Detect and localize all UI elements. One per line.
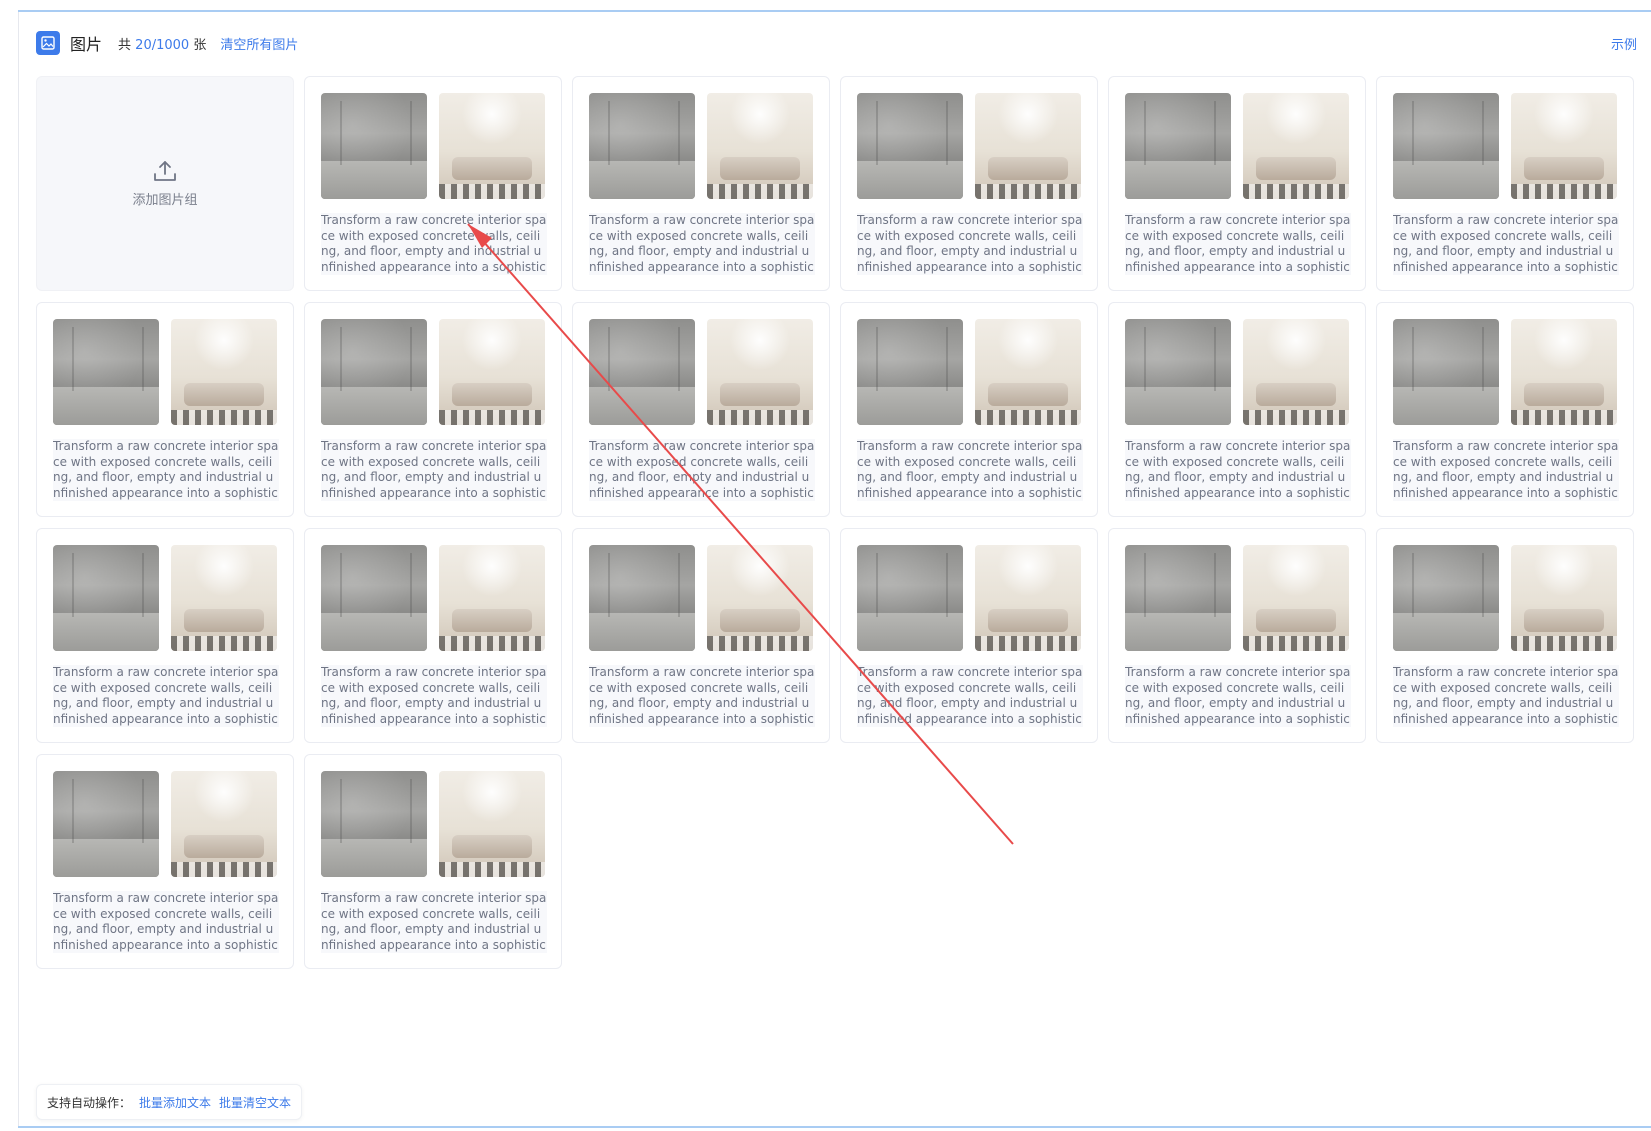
image-card[interactable]: Transform a raw concrete interior space … — [572, 76, 830, 291]
source-thumbnail[interactable] — [1125, 545, 1231, 651]
auto-actions-label: 支持自动操作： — [47, 1095, 132, 1110]
source-thumbnail[interactable] — [1393, 545, 1499, 651]
source-thumbnail[interactable] — [1393, 319, 1499, 425]
count-value: 20/1000 — [135, 37, 190, 53]
image-count: 共 20/1000 张 — [118, 34, 206, 53]
prompt-text[interactable]: Transform a raw concrete interior space … — [53, 439, 279, 501]
prompt-text[interactable]: Transform a raw concrete interior space … — [53, 665, 279, 727]
image-card[interactable]: Transform a raw concrete interior space … — [304, 76, 562, 291]
example-link[interactable]: 示例 — [1611, 34, 1637, 53]
app-frame: 图片 共 20/1000 张 清空所有图片 示例 添加图片组 Transform… — [0, 0, 1651, 1131]
result-thumbnail[interactable] — [975, 545, 1081, 651]
prompt-text[interactable]: Transform a raw concrete interior space … — [589, 439, 815, 501]
source-thumbnail[interactable] — [53, 545, 159, 651]
result-thumbnail[interactable] — [439, 319, 545, 425]
result-thumbnail[interactable] — [1511, 319, 1617, 425]
source-thumbnail[interactable] — [321, 319, 427, 425]
prompt-text[interactable]: Transform a raw concrete interior space … — [1393, 439, 1619, 501]
prompt-text[interactable]: Transform a raw concrete interior space … — [1393, 665, 1619, 727]
image-card[interactable]: Transform a raw concrete interior space … — [304, 302, 562, 517]
prompt-text[interactable]: Transform a raw concrete interior space … — [321, 665, 547, 727]
count-prefix: 共 — [118, 37, 132, 53]
image-card[interactable]: Transform a raw concrete interior space … — [1108, 528, 1366, 743]
source-thumbnail[interactable] — [321, 771, 427, 877]
source-thumbnail[interactable] — [857, 319, 963, 425]
result-thumbnail[interactable] — [171, 319, 277, 425]
image-card[interactable]: Transform a raw concrete interior space … — [1376, 528, 1634, 743]
add-image-group-label: 添加图片组 — [132, 193, 198, 208]
source-thumbnail[interactable] — [589, 545, 695, 651]
image-card[interactable]: Transform a raw concrete interior space … — [840, 528, 1098, 743]
prompt-text[interactable]: Transform a raw concrete interior space … — [1393, 213, 1619, 275]
result-thumbnail[interactable] — [439, 93, 545, 199]
result-thumbnail[interactable] — [707, 93, 813, 199]
image-card[interactable]: Transform a raw concrete interior space … — [840, 76, 1098, 291]
image-card[interactable]: Transform a raw concrete interior space … — [1376, 302, 1634, 517]
prompt-text[interactable]: Transform a raw concrete interior space … — [589, 665, 815, 727]
left-divider — [18, 12, 19, 1126]
image-card[interactable]: Transform a raw concrete interior space … — [1108, 302, 1366, 517]
auto-actions-bar: 支持自动操作： 批量添加文本 批量清空文本 — [36, 1084, 303, 1120]
image-card[interactable]: Transform a raw concrete interior space … — [36, 754, 294, 969]
prompt-text[interactable]: Transform a raw concrete interior space … — [321, 891, 547, 953]
image-card[interactable]: Transform a raw concrete interior space … — [572, 528, 830, 743]
source-thumbnail[interactable] — [321, 545, 427, 651]
source-thumbnail[interactable] — [53, 319, 159, 425]
image-card[interactable]: Transform a raw concrete interior space … — [36, 528, 294, 743]
add-image-group-button[interactable]: 添加图片组 — [36, 76, 294, 291]
result-thumbnail[interactable] — [439, 545, 545, 651]
result-thumbnail[interactable] — [707, 545, 813, 651]
image-card[interactable]: Transform a raw concrete interior space … — [1376, 76, 1634, 291]
batch-clear-text-button[interactable]: 批量清空文本 — [219, 1094, 291, 1111]
prompt-text[interactable]: Transform a raw concrete interior space … — [589, 213, 815, 275]
clear-all-images-button[interactable]: 清空所有图片 — [220, 34, 298, 53]
image-icon — [36, 31, 60, 55]
result-thumbnail[interactable] — [1243, 319, 1349, 425]
image-card[interactable]: Transform a raw concrete interior space … — [304, 528, 562, 743]
top-divider — [18, 10, 1651, 12]
source-thumbnail[interactable] — [1125, 319, 1231, 425]
result-thumbnail[interactable] — [1511, 545, 1617, 651]
image-card[interactable]: Transform a raw concrete interior space … — [304, 754, 562, 969]
batch-add-text-button[interactable]: 批量添加文本 — [139, 1094, 211, 1111]
header: 图片 共 20/1000 张 清空所有图片 — [36, 30, 298, 56]
prompt-text[interactable]: Transform a raw concrete interior space … — [857, 213, 1083, 275]
result-thumbnail[interactable] — [439, 771, 545, 877]
image-card[interactable]: Transform a raw concrete interior space … — [840, 302, 1098, 517]
source-thumbnail[interactable] — [857, 545, 963, 651]
image-card[interactable]: Transform a raw concrete interior space … — [1108, 76, 1366, 291]
prompt-text[interactable]: Transform a raw concrete interior space … — [1125, 439, 1351, 501]
result-thumbnail[interactable] — [1243, 545, 1349, 651]
prompt-text[interactable]: Transform a raw concrete interior space … — [1125, 213, 1351, 275]
prompt-text[interactable]: Transform a raw concrete interior space … — [857, 439, 1083, 501]
prompt-text[interactable]: Transform a raw concrete interior space … — [321, 213, 547, 275]
result-thumbnail[interactable] — [975, 93, 1081, 199]
result-thumbnail[interactable] — [171, 545, 277, 651]
result-thumbnail[interactable] — [707, 319, 813, 425]
prompt-text[interactable]: Transform a raw concrete interior space … — [1125, 665, 1351, 727]
upload-icon — [154, 161, 176, 181]
result-thumbnail[interactable] — [1511, 93, 1617, 199]
source-thumbnail[interactable] — [589, 319, 695, 425]
source-thumbnail[interactable] — [857, 93, 963, 199]
result-thumbnail[interactable] — [171, 771, 277, 877]
count-suffix: 张 — [193, 37, 207, 53]
source-thumbnail[interactable] — [1125, 93, 1231, 199]
prompt-text[interactable]: Transform a raw concrete interior space … — [321, 439, 547, 501]
page-title: 图片 — [70, 35, 103, 54]
image-card[interactable]: Transform a raw concrete interior space … — [572, 302, 830, 517]
source-thumbnail[interactable] — [53, 771, 159, 877]
source-thumbnail[interactable] — [1393, 93, 1499, 199]
result-thumbnail[interactable] — [975, 319, 1081, 425]
image-card[interactable]: Transform a raw concrete interior space … — [36, 302, 294, 517]
source-thumbnail[interactable] — [321, 93, 427, 199]
source-thumbnail[interactable] — [589, 93, 695, 199]
bottom-divider — [18, 1126, 1651, 1128]
prompt-text[interactable]: Transform a raw concrete interior space … — [53, 891, 279, 953]
prompt-text[interactable]: Transform a raw concrete interior space … — [857, 665, 1083, 727]
result-thumbnail[interactable] — [1243, 93, 1349, 199]
